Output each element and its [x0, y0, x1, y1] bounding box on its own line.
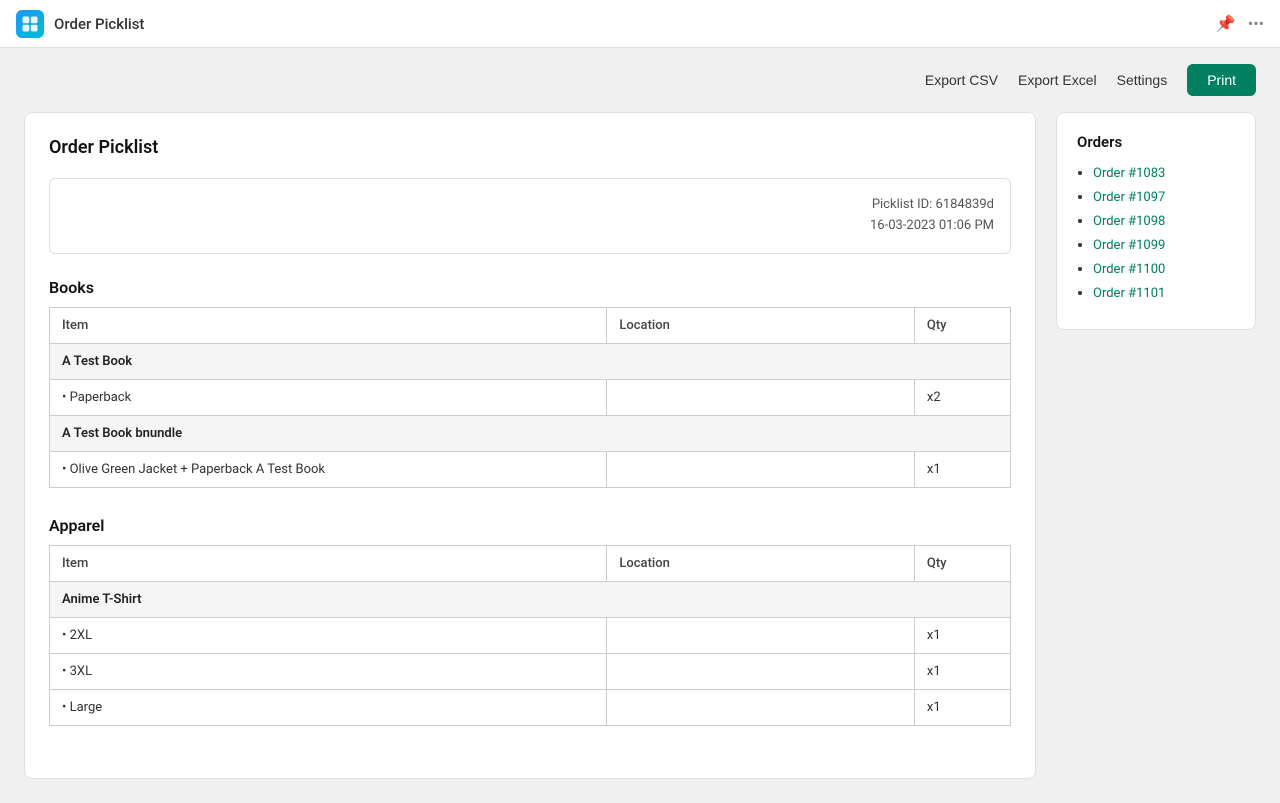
export-csv-button[interactable]: Export CSV [925, 72, 998, 88]
picklist-table-0: ItemLocationQtyA Test Book• Paperback x2A… [49, 307, 1011, 488]
more-options-icon[interactable]: ••• [1248, 14, 1264, 33]
col-header-qty: Qty [914, 307, 1010, 343]
table-group-row: A Test Book bnundle [50, 415, 1011, 451]
picklist-id: Picklist ID: 6184839d [66, 195, 994, 216]
content-area: Order Picklist Picklist ID: 6184839d 16-… [24, 112, 1036, 779]
app-icon [16, 10, 44, 38]
sidebar-order-item: Order #1099 [1093, 237, 1235, 253]
sidebar-order-item: Order #1101 [1093, 285, 1235, 301]
sidebar-order-item: Order #1083 [1093, 165, 1235, 181]
settings-button[interactable]: Settings [1117, 72, 1168, 88]
item-location [607, 617, 915, 653]
item-qty: x2 [914, 379, 1010, 415]
item-label: • 2XL [50, 617, 607, 653]
top-bar: Order Picklist 📌 ••• [0, 0, 1280, 48]
item-location [607, 653, 915, 689]
app-title: Order Picklist [54, 15, 144, 33]
item-label: • 3XL [50, 653, 607, 689]
table-row: • 2XL x1 [50, 617, 1011, 653]
section-title-0: Books [49, 278, 1011, 297]
action-bar: Export CSV Export Excel Settings Print [0, 48, 1280, 112]
table-row: • 3XL x1 [50, 653, 1011, 689]
sidebar-order-item: Order #1097 [1093, 189, 1235, 205]
sections-container: BooksItemLocationQtyA Test Book• Paperba… [49, 278, 1011, 726]
table-group-row: A Test Book [50, 343, 1011, 379]
top-bar-actions: 📌 ••• [1216, 14, 1264, 33]
col-header-location: Location [607, 545, 915, 581]
sidebar: Orders Order #1083 Order #1097 Order #1098… [1056, 112, 1256, 330]
item-qty: x1 [914, 451, 1010, 487]
picklist-card: Picklist ID: 6184839d 16-03-2023 01:06 P… [49, 178, 1011, 254]
sidebar-order-link-1[interactable]: Order #1097 [1093, 190, 1165, 205]
item-label: • Olive Green Jacket + Paperback A Test … [50, 451, 607, 487]
pin-icon[interactable]: 📌 [1216, 14, 1236, 33]
sidebar-order-link-2[interactable]: Order #1098 [1093, 214, 1165, 229]
export-excel-button[interactable]: Export Excel [1018, 72, 1097, 88]
picklist-date: 16-03-2023 01:06 PM [66, 216, 994, 237]
col-header-item: Item [50, 545, 607, 581]
item-label: • Paperback [50, 379, 607, 415]
sidebar-order-item: Order #1100 [1093, 261, 1235, 277]
main-layout: Order Picklist Picklist ID: 6184839d 16-… [0, 112, 1280, 803]
col-header-location: Location [607, 307, 915, 343]
picklist-meta: Picklist ID: 6184839d 16-03-2023 01:06 P… [66, 195, 994, 237]
sidebar-order-link-4[interactable]: Order #1100 [1093, 262, 1165, 277]
section-title-1: Apparel [49, 516, 1011, 535]
table-row: • Paperback x2 [50, 379, 1011, 415]
table-group-row: Anime T-Shirt [50, 581, 1011, 617]
page-title: Order Picklist [49, 137, 1011, 158]
picklist-table-1: ItemLocationQtyAnime T-Shirt• 2XLx1• 3XL… [49, 545, 1011, 726]
col-header-item: Item [50, 307, 607, 343]
sidebar-order-link-0[interactable]: Order #1083 [1093, 166, 1165, 181]
print-button[interactable]: Print [1187, 64, 1256, 96]
sidebar-orders-list: Order #1083 Order #1097 Order #1098 Order #… [1077, 165, 1235, 301]
sidebar-order-link-3[interactable]: Order #1099 [1093, 238, 1165, 253]
sidebar-order-item: Order #1098 [1093, 213, 1235, 229]
col-header-qty: Qty [914, 545, 1010, 581]
table-row: • Olive Green Jacket + Paperback A Test … [50, 451, 1011, 487]
item-location [607, 451, 915, 487]
item-qty: x1 [914, 617, 1010, 653]
sidebar-title: Orders [1077, 133, 1235, 151]
item-location [607, 379, 915, 415]
sidebar-order-link-5[interactable]: Order #1101 [1093, 286, 1165, 301]
item-qty: x1 [914, 653, 1010, 689]
